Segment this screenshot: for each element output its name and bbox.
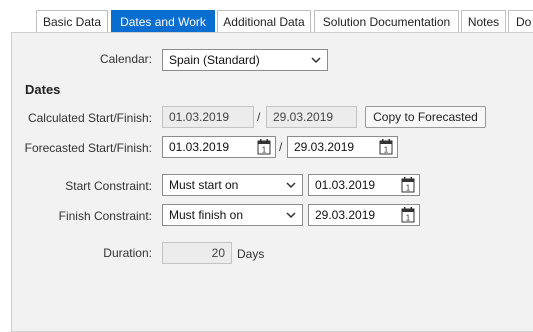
- finish-constraint-value: Must finish on: [169, 208, 244, 222]
- start-constraint-select[interactable]: Must start on: [162, 174, 303, 196]
- tab-bar: Basic Data Dates and Work Additional Dat…: [0, 0, 533, 33]
- calculated-start-finish-label: Calculated Start/Finish:: [27, 111, 152, 125]
- calendar-select[interactable]: Spain (Standard): [162, 49, 328, 71]
- svg-text:1: 1: [262, 146, 267, 155]
- calculated-start-field: 01.03.2019: [162, 106, 254, 128]
- duration-label: Duration:: [103, 246, 152, 260]
- start-constraint-value: Must start on: [169, 178, 239, 192]
- calendar-label: Calendar:: [99, 52, 152, 66]
- calendar-select-value: Spain (Standard): [169, 53, 260, 67]
- copy-to-forecasted-button[interactable]: Copy to Forecasted: [365, 106, 486, 128]
- finish-constraint-select[interactable]: Must finish on: [162, 204, 303, 226]
- chevron-down-icon: [286, 212, 296, 219]
- forecasted-start-field[interactable]: 01.03.2019 1: [162, 136, 276, 158]
- finish-constraint-date-value: 29.03.2019: [315, 208, 376, 222]
- duration-field: 20: [162, 242, 232, 264]
- tab-overflow[interactable]: Do: [508, 10, 533, 32]
- calendar-icon[interactable]: 1: [401, 177, 415, 193]
- calendar-icon[interactable]: 1: [257, 139, 271, 155]
- tab-solution-documentation[interactable]: Solution Documentation: [314, 10, 459, 32]
- duration-unit: Days: [237, 247, 265, 261]
- calendar-icon[interactable]: 1: [379, 139, 393, 155]
- svg-text:1: 1: [406, 214, 411, 223]
- tab-dates-and-work[interactable]: Dates and Work: [111, 10, 215, 32]
- forecasted-start-finish-label: Forecasted Start/Finish:: [24, 141, 152, 155]
- forecasted-start-value: 01.03.2019: [169, 140, 230, 154]
- forecasted-finish-field[interactable]: 29.03.2019 1: [287, 136, 398, 158]
- calculated-date-separator: /: [257, 110, 261, 124]
- finish-constraint-label: Finish Constraint:: [58, 209, 152, 223]
- tab-notes[interactable]: Notes: [461, 10, 506, 32]
- start-constraint-label: Start Constraint:: [65, 179, 152, 193]
- forecasted-date-separator: /: [279, 140, 283, 154]
- start-constraint-date-value: 01.03.2019: [315, 178, 376, 192]
- svg-text:1: 1: [384, 146, 389, 155]
- calendar-icon[interactable]: 1: [401, 207, 415, 223]
- tab-additional-data[interactable]: Additional Data: [217, 10, 311, 32]
- start-constraint-date-field[interactable]: 01.03.2019 1: [308, 174, 420, 196]
- calculated-finish-field: 29.03.2019: [266, 106, 357, 128]
- dates-heading: Dates: [25, 82, 61, 97]
- finish-constraint-date-field[interactable]: 29.03.2019 1: [308, 204, 420, 226]
- svg-text:1: 1: [406, 184, 411, 193]
- tab-basic-data[interactable]: Basic Data: [36, 10, 108, 32]
- chevron-down-icon: [286, 182, 296, 189]
- chevron-down-icon: [311, 57, 321, 64]
- forecasted-finish-value: 29.03.2019: [294, 140, 355, 154]
